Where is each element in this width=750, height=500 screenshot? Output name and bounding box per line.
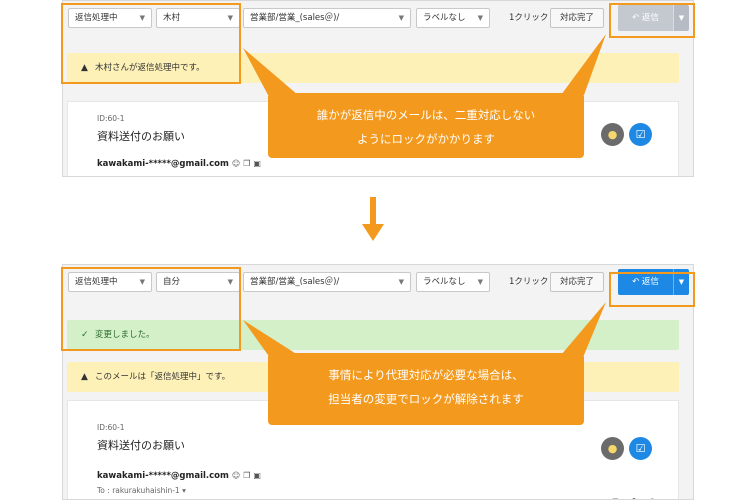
lock-callout-line-1: 誰かが返信中のメールは、二重対応しない	[316, 108, 536, 122]
down-arrow-head	[362, 224, 384, 241]
callout-pointer-right	[561, 302, 606, 355]
unlock-callout-line-2: 担当者の変更でロックが解除されます	[328, 392, 524, 406]
callout-pointer-right	[561, 34, 606, 95]
lock-callout: 誰かが返信中のメールは、二重対応しない ようにロックがかかります	[268, 93, 584, 158]
lock-callout-line-2: ようにロックがかかります	[357, 132, 495, 146]
unlock-callout-line-1: 事情により代理対応が必要な場合は、	[328, 368, 524, 382]
callout-pointer-left	[243, 48, 298, 95]
down-arrow-icon	[370, 197, 376, 225]
unlock-callout: 事情により代理対応が必要な場合は、 担当者の変更でロックが解除されます	[268, 353, 584, 425]
callout-pointers	[243, 34, 606, 355]
callout-pointer-left	[243, 320, 298, 355]
